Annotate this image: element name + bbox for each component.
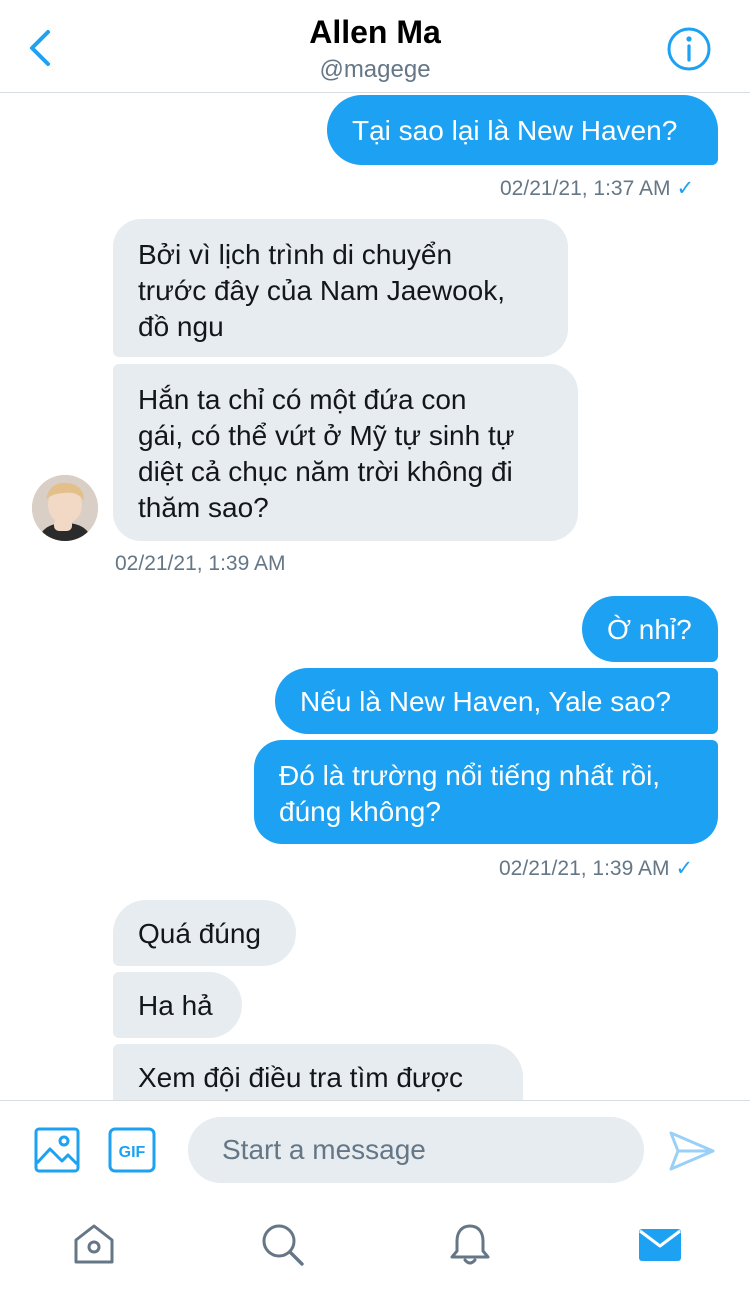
send-icon[interactable] [668,1129,716,1173]
conversation-handle: @magege [319,56,431,83]
home-icon[interactable] [70,1220,118,1268]
bell-icon[interactable] [446,1220,494,1268]
message-text: Bởi vì lịch trình di chuyển trước đây củ… [138,239,506,342]
avatar-image [32,475,98,541]
message-bubble-outgoing[interactable]: Ờ nhỉ? [582,596,718,662]
message-input[interactable] [188,1117,644,1183]
message-text: Đó là trường nổi tiếng nhất rồi, đúng kh… [279,760,661,827]
message-timestamp: 02/21/21, 1:39 AM [115,552,285,576]
message-bubble-incoming[interactable]: Ha hả [113,972,242,1038]
timestamp-text: 02/21/21, 1:39 AM [499,857,670,880]
timestamp-text: 02/21/21, 1:39 AM [115,552,286,575]
gif-icon: GIF [108,1127,156,1173]
message-text: Hắn ta chỉ có một đứa con gái, có thể vứ… [138,384,515,523]
message-text: Xem đội điều tra tìm được [138,1062,464,1093]
conversation-header: Allen Ma @magege [0,0,750,93]
gif-label: GIF [119,1144,146,1161]
message-bubble-incoming[interactable]: Bởi vì lịch trình di chuyển trước đây củ… [113,219,568,357]
message-bubble-outgoing[interactable]: Đó là trường nổi tiếng nhất rồi, đúng kh… [254,740,718,844]
message-text: Nếu là New Haven, Yale sao? [300,686,671,717]
mail-icon[interactable] [636,1220,684,1268]
message-bubble-incoming[interactable]: Xem đội điều tra tìm được [113,1044,523,1100]
message-text: Quá đúng [138,918,261,949]
message-timestamp: 02/21/21, 1:39 AM ✓ [499,856,693,881]
message-bubble-outgoing[interactable]: Tại sao lại là New Haven? [327,95,718,165]
read-check-icon: ✓ [675,857,694,880]
message-bubble-incoming[interactable]: Hắn ta chỉ có một đứa con gái, có thể vứ… [113,364,578,541]
info-icon[interactable] [666,26,712,72]
message-text: Ờ nhỉ? [607,614,692,645]
message-bubble-outgoing[interactable]: Nếu là New Haven, Yale sao? [275,668,718,734]
timestamp-text: 02/21/21, 1:37 AM [500,177,671,200]
message-timestamp: 02/21/21, 1:37 AM ✓ [500,176,694,201]
search-icon[interactable] [258,1220,306,1268]
message-composer: GIF [0,1100,750,1199]
gif-button[interactable]: GIF [108,1127,156,1173]
avatar[interactable] [32,475,98,541]
message-text: Ha hả [138,990,213,1021]
conversation-title[interactable]: Allen Ma [0,14,750,51]
bottom-tab-bar [0,1198,750,1298]
message-text: Tại sao lại là New Haven? [352,115,678,146]
read-check-icon: ✓ [676,177,695,200]
image-icon[interactable] [34,1127,80,1173]
message-bubble-incoming[interactable]: Quá đúng [113,900,296,966]
